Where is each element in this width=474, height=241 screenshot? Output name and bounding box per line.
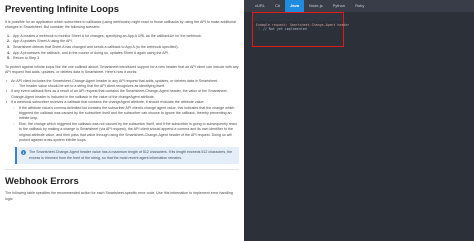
step-text: App A processes the callback, and in the… (13, 50, 170, 55)
section-divider (5, 169, 239, 171)
scenario-steps: 1. App A creates a webhook to monitor She… (5, 34, 239, 62)
tab-csharp[interactable]: C# (270, 0, 285, 12)
note-text: The Smartsheet-Change-Agent header value… (29, 150, 233, 160)
code-text: // Not yet implemented (263, 27, 307, 31)
protection-paragraph: To protect against infinite loops like t… (5, 64, 239, 75)
section-title-infinite-loops: Preventing Infinite Loops (5, 4, 120, 15)
webhook-errors-intro: The following table specifies the recomm… (5, 191, 233, 201)
language-tabs: cURL C# Java Node.js Python Ruby (244, 0, 474, 12)
sub-list-item: Else, the change which triggered the cal… (5, 122, 239, 144)
step-text: App A updates Sheet A using the API. (13, 39, 73, 44)
sub-list-item: If the attribute value's comma-delimited… (5, 106, 239, 122)
tab-ruby[interactable]: Ruby (350, 0, 369, 12)
tab-java[interactable]: Java (285, 0, 305, 12)
info-note: i The Smartsheet-Change-Agent header val… (15, 147, 239, 165)
documentation-pane: Preventing Infinite Loops It is possible… (0, 0, 244, 241)
step-item: 5. Return to Step 3. (5, 56, 239, 62)
line-number: 1 (258, 27, 260, 31)
how-it-works-list: An API client includes the Smartsheet-Ch… (5, 79, 239, 144)
code-block-body[interactable]: 1// Not yet implemented (253, 21, 342, 32)
tab-nodejs[interactable]: Node.js (304, 0, 328, 12)
tab-python[interactable]: Python (328, 0, 350, 12)
list-item-text: If any event callback fires as a result … (11, 89, 228, 99)
step-text: Return to Step 3. (13, 56, 41, 61)
section-title-webhook-errors: Webhook Errors (5, 176, 79, 188)
code-sample-pane: cURL C# Java Node.js Python Ruby Example… (244, 0, 474, 241)
list-item-event-callback: If any event callback fires as a result … (5, 89, 239, 100)
intro-paragraph: It is possible for an application which … (5, 20, 236, 30)
step-text: App A creates a webhook to monitor Sheet… (13, 33, 202, 38)
step-text: Smartsheet detects that Sheet A has chan… (13, 45, 179, 49)
code-block-header: Example request: Smartsheet-Change-Agent… (253, 13, 349, 27)
highlighted-code-block: Example request: Smartsheet-Change-Agent… (252, 12, 349, 47)
code-line: 1// Not yet implemented (258, 27, 342, 32)
tab-curl[interactable]: cURL (250, 0, 270, 12)
